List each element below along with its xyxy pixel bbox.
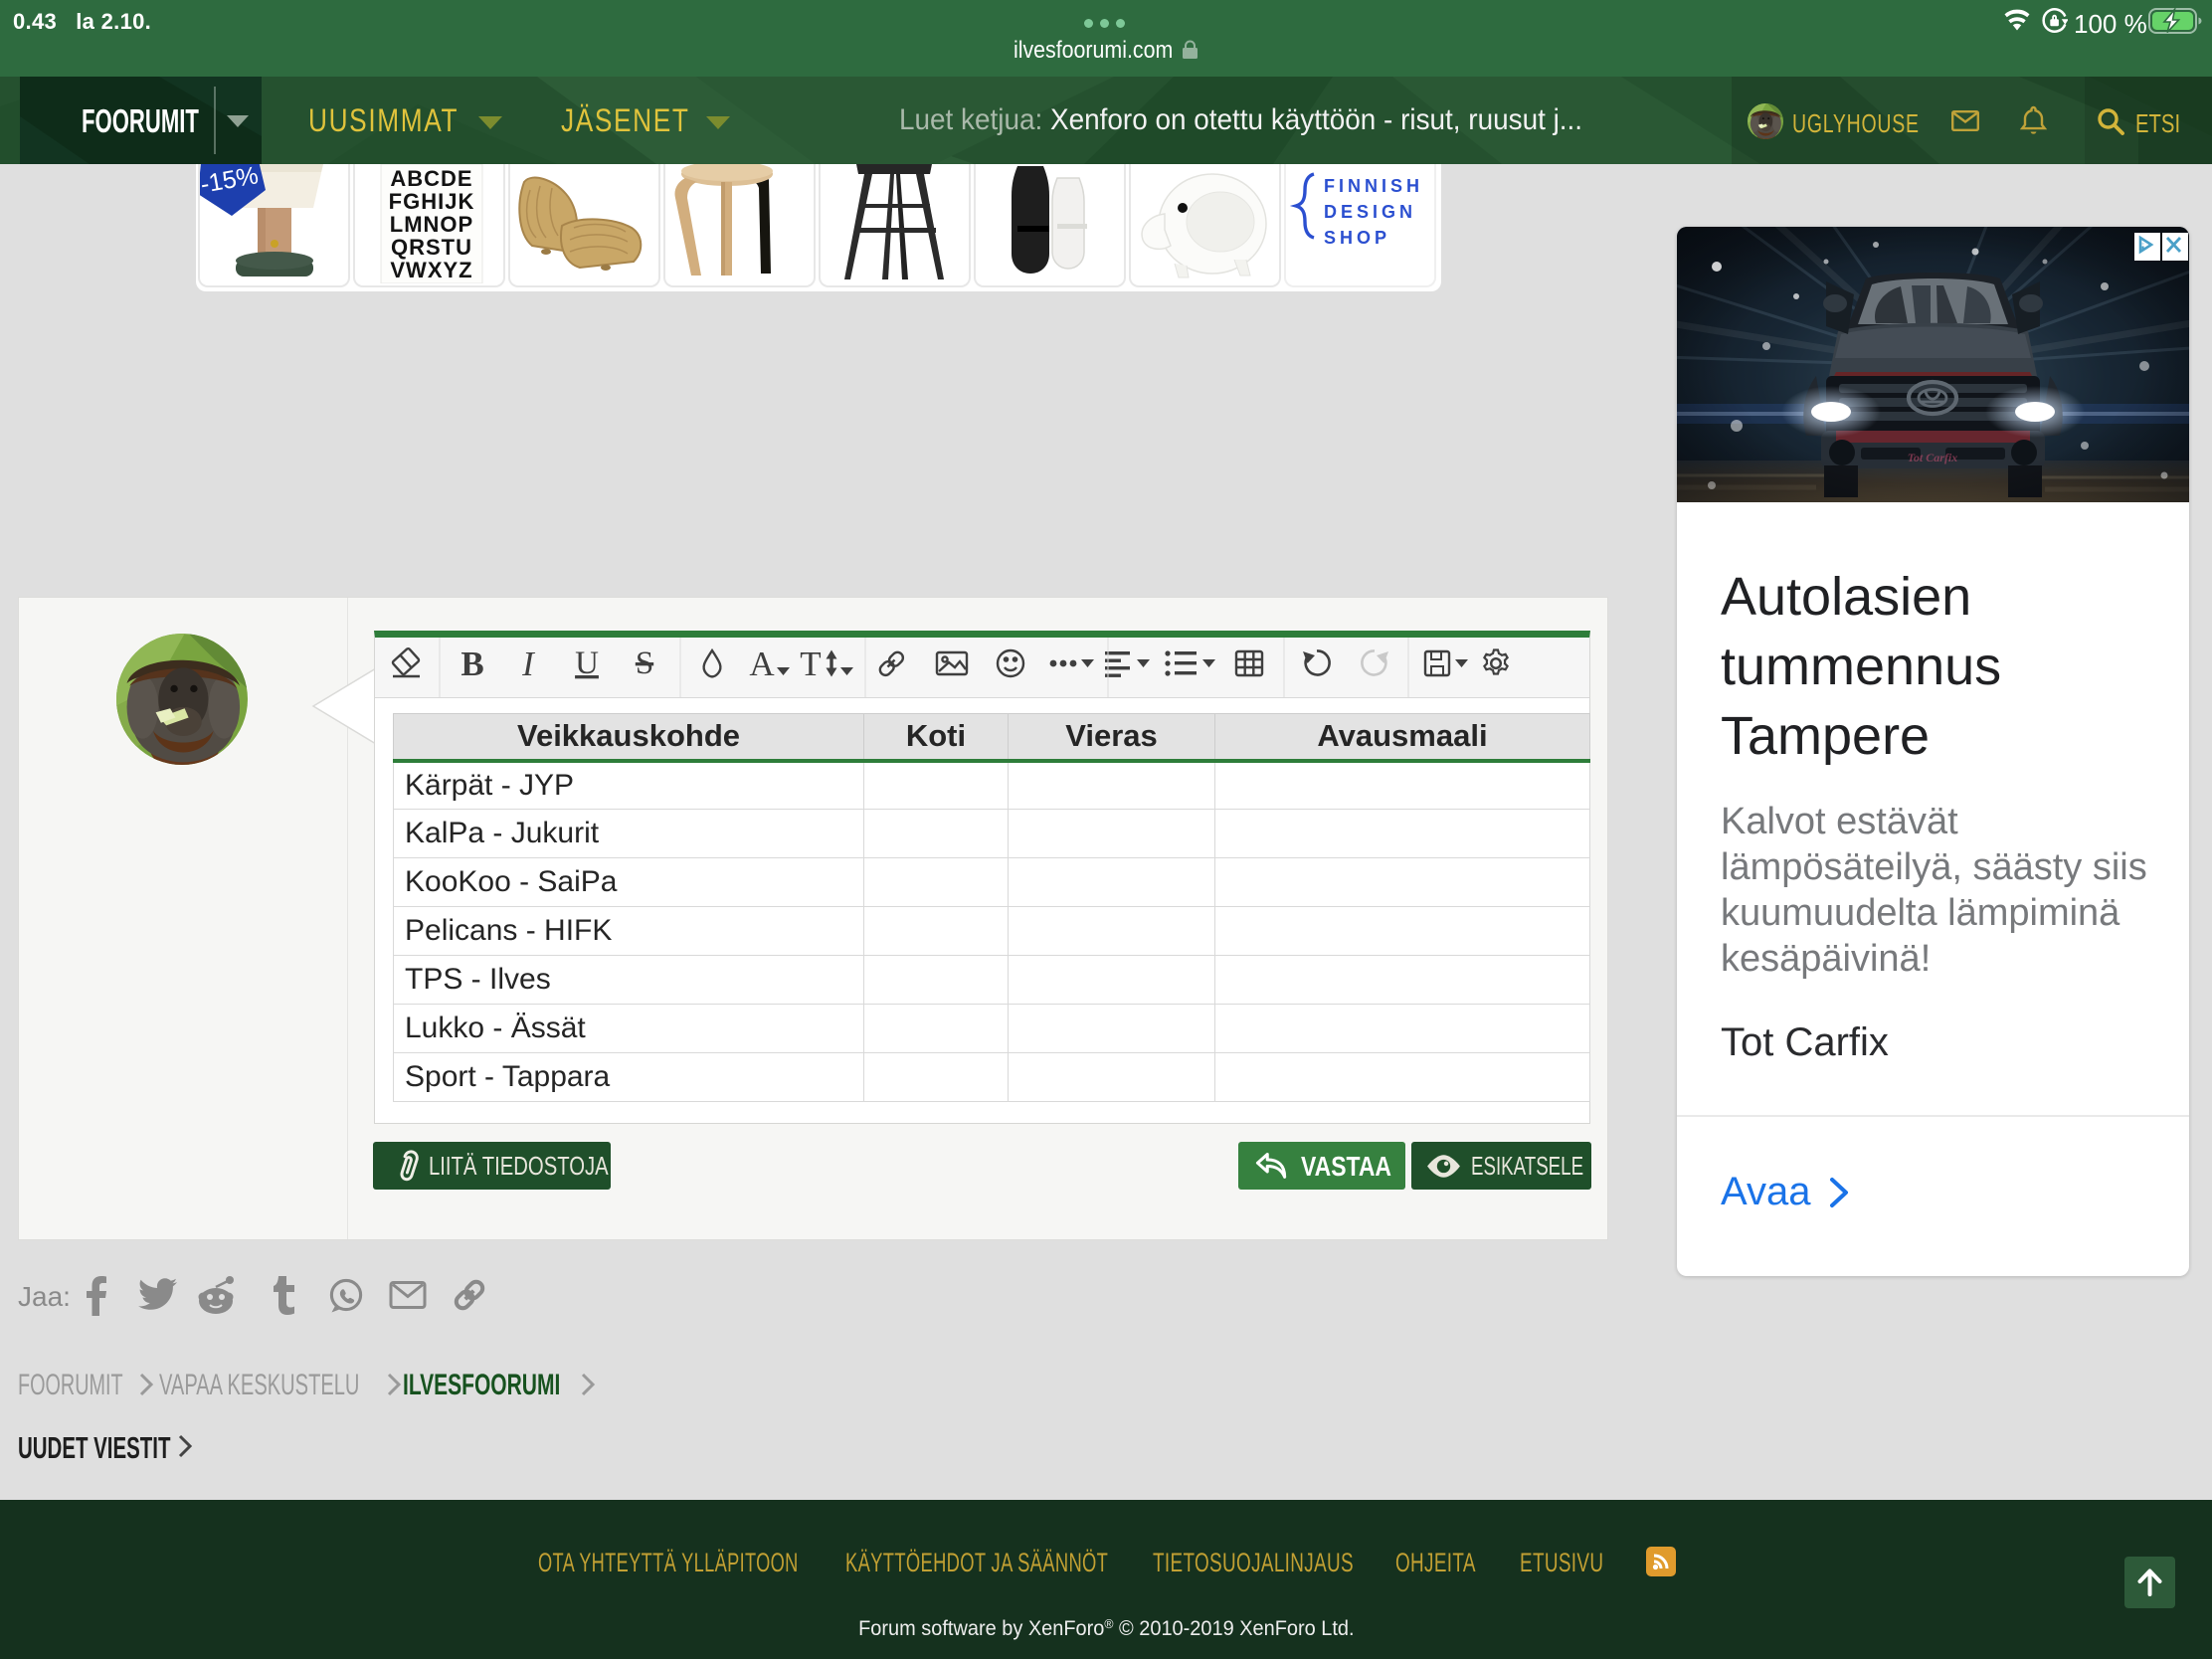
svg-text:LMNOP: LMNOP bbox=[390, 212, 473, 237]
svg-text:QRSTU: QRSTU bbox=[391, 235, 472, 260]
svg-text:A: A bbox=[749, 645, 775, 683]
svg-text:I: I bbox=[521, 645, 536, 683]
svg-text:ABCDE: ABCDE bbox=[390, 166, 472, 191]
svg-text:SHOP: SHOP bbox=[1324, 228, 1390, 248]
svg-text:FGHIJK: FGHIJK bbox=[389, 189, 475, 214]
svg-text:B: B bbox=[461, 645, 483, 683]
svg-text:DESIGN: DESIGN bbox=[1324, 202, 1416, 222]
svg-text:T: T bbox=[800, 645, 821, 683]
svg-text:Tot Carfix: Tot Carfix bbox=[1908, 451, 1958, 464]
svg-text:FINNISH: FINNISH bbox=[1324, 176, 1423, 196]
svg-text:S: S bbox=[636, 645, 653, 681]
svg-text:U: U bbox=[575, 645, 599, 681]
svg-text:VWXYZ: VWXYZ bbox=[390, 258, 472, 282]
